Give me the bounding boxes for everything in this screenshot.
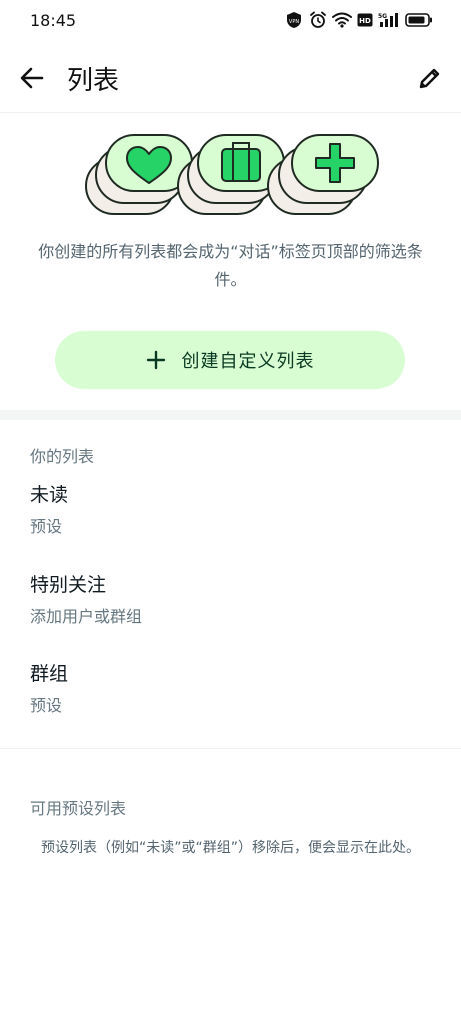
lists-description: 你创建的所有列表都会成为“对话”标签页顶部的筛选条件。 [38,242,423,289]
list-item-subtitle: 预设 [30,517,63,536]
status-time: 18:45 [30,10,77,30]
list-item-subtitle: 预设 [30,696,63,715]
status-bar: 18:45 VPN HD 5G [0,0,461,40]
network-label: 5G [378,13,387,20]
wifi-icon [332,12,352,28]
create-custom-list-label: 创建自定义列表 [181,351,315,372]
app-bar-divider [0,112,461,113]
back-button[interactable] [16,62,48,94]
pencil-icon [419,68,440,89]
hd-icon: HD [357,13,373,27]
available-presets-description: 预设列表（例如“未读”或“群组”）移除后，便会显示在此处。 [40,840,420,856]
plus-icon [146,350,166,370]
list-divider [0,748,461,749]
list-item-groups[interactable]: 群组 预设 [30,662,430,716]
list-item-subtitle: 添加用户或群组 [30,607,143,626]
page-title: 列表 [67,66,120,96]
available-presets-header: 可用预设列表 [30,799,127,818]
your-lists-header: 你的列表 [30,447,95,466]
app-bar: 列表 [0,44,461,112]
vpn-icon: VPN [284,11,304,29]
list-item-title: 特别关注 [30,574,107,596]
alarm-icon [309,11,327,29]
lists-illustration [0,128,461,224]
battery-icon [405,13,433,27]
list-item-unread[interactable]: 未读 预设 [30,483,430,537]
vpn-label: VPN [289,19,299,25]
list-item-title: 群组 [30,663,69,685]
signal-5g-icon: 5G [378,12,400,28]
plus-pill-stack [267,134,379,215]
list-item-favorites[interactable]: 特别关注 添加用户或群组 [30,573,430,627]
briefcase-pill-stack [177,134,285,215]
status-icons: VPN HD 5G [284,11,433,29]
briefcase-icon [221,142,261,182]
arrow-left-icon [20,67,44,89]
create-custom-list-button[interactable]: 创建自定义列表 [55,331,405,389]
list-item-title: 未读 [30,484,69,506]
edit-button[interactable] [414,62,446,94]
heart-pill-stack [85,134,193,215]
section-separator [0,410,461,420]
hd-label: HD [359,17,371,25]
